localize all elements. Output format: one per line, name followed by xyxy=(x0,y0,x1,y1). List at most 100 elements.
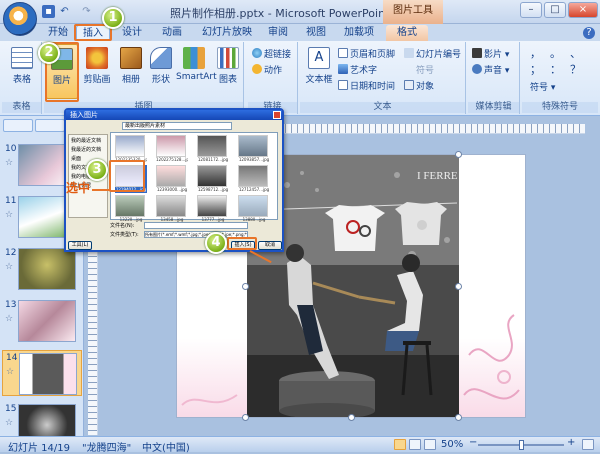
group-symbols: ， 。 、 ； ： ？ 符号 ▾ 特殊符号 xyxy=(522,42,598,114)
zoom-in-button[interactable]: + xyxy=(567,437,575,448)
file-item[interactable]: 12598712...jpg xyxy=(197,165,229,193)
office-button[interactable] xyxy=(3,2,37,36)
outline-tab[interactable] xyxy=(35,119,65,132)
symbol-grid-colon[interactable]: ： xyxy=(550,64,561,76)
resize-handle-bottom[interactable] xyxy=(348,414,355,421)
datetime-button[interactable]: 日期和时间 xyxy=(338,80,395,92)
tab-slideshow[interactable]: 幻灯片放映 xyxy=(198,25,256,41)
filename-input[interactable] xyxy=(144,222,248,229)
slideshow-icon[interactable] xyxy=(424,439,436,450)
resize-handle-top-right[interactable] xyxy=(455,151,462,158)
file-item[interactable]: 13220...jpg xyxy=(115,195,147,223)
symbol-grid-enum[interactable]: 、 xyxy=(570,48,581,60)
album-button[interactable]: 相册 xyxy=(116,47,146,85)
action-button[interactable]: 动作 xyxy=(252,64,282,76)
slide-thumbnail-12[interactable]: 12 ☆ xyxy=(2,246,82,292)
window-title: 照片制作相册.pptx - Microsoft PowerPoint xyxy=(170,7,390,20)
tab-animation[interactable]: 动画 xyxy=(158,25,186,41)
textbox-button[interactable]: A 文本框 xyxy=(302,47,336,85)
file-item[interactable]: 12081172...jpg xyxy=(197,135,229,163)
resize-handle-bottom-left[interactable] xyxy=(242,414,249,421)
shapes-icon xyxy=(150,47,172,69)
file-item[interactable]: 12093857...jpg xyxy=(238,135,270,163)
redo-icon[interactable]: ↷ xyxy=(80,5,93,18)
clipart-icon xyxy=(86,47,108,69)
table-button[interactable]: 表格 xyxy=(6,47,38,85)
movie-button[interactable]: 影片 ▾ xyxy=(472,48,509,60)
normal-view-icon[interactable] xyxy=(394,439,406,450)
zoom-level[interactable]: 50% xyxy=(441,439,463,450)
tab-design[interactable]: 设计 xyxy=(118,25,146,41)
resize-handle-left[interactable] xyxy=(242,283,249,290)
smartart-button[interactable]: SmartArt xyxy=(176,47,217,82)
globe-icon xyxy=(252,48,262,58)
file-item[interactable]: 13880...jpg xyxy=(238,195,270,223)
resize-handle-bottom-right[interactable] xyxy=(455,414,462,421)
file-item[interactable]: 1202275128...jpg xyxy=(156,135,188,163)
wordart-button[interactable]: 艺术字 xyxy=(338,64,377,76)
maximize-button[interactable]: □ xyxy=(544,2,566,18)
smartart-icon xyxy=(183,47,205,69)
slides-tab[interactable] xyxy=(3,119,33,132)
insert-button-highlight xyxy=(227,237,257,250)
file-item[interactable]: 13458...jpg xyxy=(156,195,188,223)
tab-format[interactable]: 格式 xyxy=(386,25,428,41)
help-icon[interactable]: ? xyxy=(583,27,595,39)
calendar-icon xyxy=(338,80,348,90)
resize-handle-right[interactable] xyxy=(455,283,462,290)
symbol-button[interactable]: 符号 xyxy=(404,64,434,76)
file-item[interactable]: 12712457...jpg xyxy=(238,165,270,193)
save-icon[interactable]: ▪ xyxy=(42,5,55,18)
object-button[interactable]: 对象 xyxy=(404,80,434,92)
tools-button[interactable]: 工具(L) xyxy=(68,241,92,250)
symbol-grid-period[interactable]: 。 xyxy=(550,48,561,60)
status-bar: 幻灯片 14/19 "龙腾四海" 中文(中国) 50% − + xyxy=(0,436,600,454)
place-recent-docs[interactable]: 我最近的文档 xyxy=(71,146,105,155)
header-footer-button[interactable]: 页眉和页脚 xyxy=(338,48,395,60)
group-label-text: 文本 xyxy=(300,102,465,113)
clipart-button[interactable]: 剪贴画 xyxy=(80,47,114,85)
group-text: A 文本框 页眉和页脚 艺术字 日期和时间 幻灯片编号 符号 对象 文本 xyxy=(300,42,466,114)
slide-thumbnail-14[interactable]: 14 ☆ xyxy=(2,350,82,396)
undo-icon[interactable]: ↶ xyxy=(58,5,71,18)
cancel-button[interactable]: 取消 xyxy=(258,241,282,250)
place-recent[interactable]: 我的最近文档 xyxy=(71,137,105,146)
symbol-grid-question[interactable]: ？ xyxy=(570,64,581,76)
header-footer-icon xyxy=(338,48,348,58)
slide-13-preview xyxy=(18,300,76,342)
slide-sorter-icon[interactable] xyxy=(409,439,421,450)
pane-tabs xyxy=(3,119,65,133)
close-button[interactable]: × xyxy=(568,2,598,18)
minimize-button[interactable]: – xyxy=(520,2,542,18)
special-symbol-button[interactable]: 符号 ▾ xyxy=(530,82,555,94)
symbol-grid-semicolon[interactable]: ； xyxy=(530,64,541,76)
object-icon xyxy=(404,80,414,90)
filename-row: 文件名(N): xyxy=(110,222,248,229)
step-3-badge: 3 xyxy=(86,159,108,181)
slide-thumbnail-13[interactable]: 13 ☆ xyxy=(2,298,82,344)
tab-home[interactable]: 开始 xyxy=(44,25,72,41)
fit-slide-icon[interactable] xyxy=(582,439,594,450)
zoom-out-button[interactable]: − xyxy=(469,437,477,448)
omega-icon xyxy=(404,64,414,74)
group-label-tables: 表格 xyxy=(2,102,41,113)
tab-review[interactable]: 审阅 xyxy=(264,25,292,41)
shapes-button[interactable]: 形状 xyxy=(146,47,176,85)
film-icon xyxy=(472,48,482,58)
file-item[interactable]: 13777...jpg xyxy=(197,195,229,223)
slide-number-button[interactable]: 幻灯片编号 xyxy=(404,48,461,60)
hyperlink-button[interactable]: 超链接 xyxy=(252,48,291,60)
tab-view[interactable]: 视图 xyxy=(302,25,330,41)
slide-12-preview xyxy=(18,248,76,290)
tab-addins[interactable]: 加载项 xyxy=(340,25,378,41)
sound-button[interactable]: 声音 ▾ xyxy=(472,64,509,76)
symbol-grid-comma[interactable]: ， xyxy=(530,48,541,60)
file-item[interactable]: 1202235320...jpg xyxy=(115,135,147,163)
folder-path-select[interactable]: 最新出版照片素材 xyxy=(122,122,232,130)
file-item[interactable]: 12393000...jpg xyxy=(156,165,188,193)
zoom-slider-thumb[interactable] xyxy=(519,440,524,450)
dialog-title: 插入图片 xyxy=(66,110,282,120)
dialog-close-button[interactable] xyxy=(273,111,281,119)
chart-button[interactable]: 图表 xyxy=(214,47,242,85)
speaker-icon xyxy=(472,64,482,74)
